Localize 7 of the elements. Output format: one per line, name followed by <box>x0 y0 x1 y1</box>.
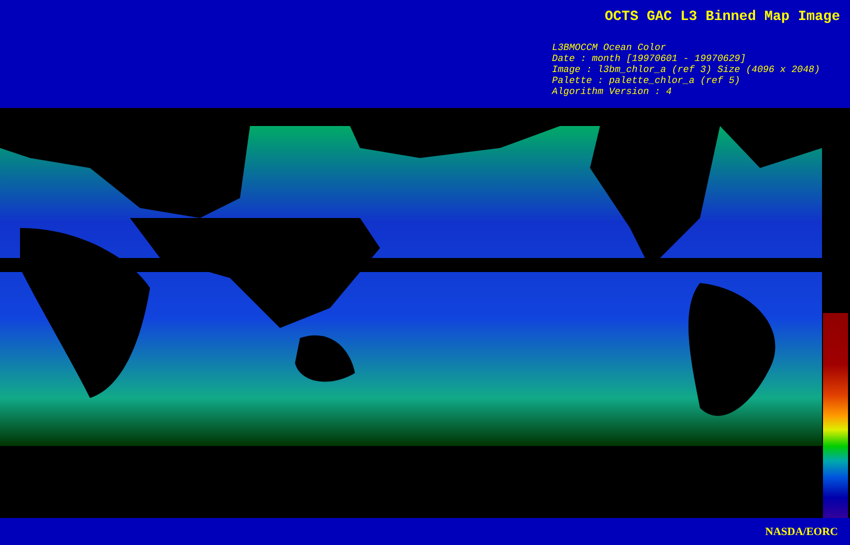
map-title: OCTS GAC L3 Binned Map Image <box>604 8 840 26</box>
metadata-line: Palette : palette_chlor_a (ref 5) <box>552 75 742 86</box>
metadata-line: Date : month [19970601 - 19970629] <box>552 53 747 64</box>
metadata-line: L3BMOCCM Ocean Color <box>552 42 668 53</box>
metadata-line: Algorithm Version : 4 <box>552 86 673 97</box>
credit-text: NASDA/EORC <box>765 526 838 538</box>
metadata-line: Image : l3bm_chlor_a (ref 3) Size (4096 x 2048) <box>552 64 820 75</box>
